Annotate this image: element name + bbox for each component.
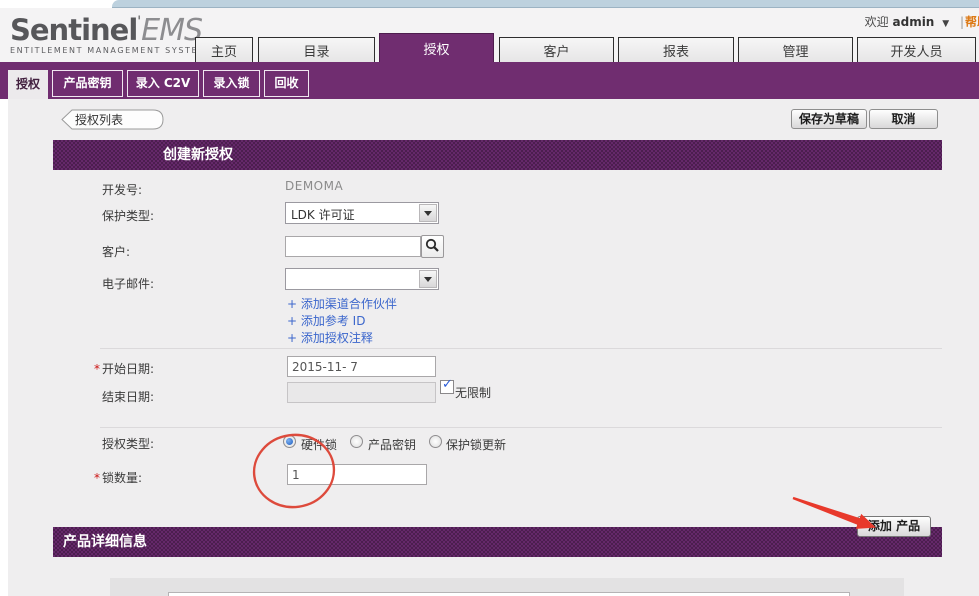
divider <box>100 348 942 349</box>
back-to-entitlement-list-button[interactable]: 授权列表 <box>60 109 166 131</box>
user-bar: 欢迎 admin ▼ |帮助 <box>865 13 979 30</box>
separator: | <box>960 15 964 29</box>
user-menu-caret-icon[interactable]: ▼ <box>942 19 949 29</box>
entitlement-type-label: 授权类型: <box>102 435 154 452</box>
radio-product-key[interactable] <box>350 435 363 448</box>
radio-protection-key-update-label: 保护锁更新 <box>446 436 506 453</box>
email-select[interactable] <box>285 268 439 290</box>
unlimited-checkbox[interactable]: ✓ <box>440 380 454 394</box>
required-asterisk: * <box>94 471 100 485</box>
help-link[interactable]: 帮助 <box>965 15 979 29</box>
header: Sentinel'EMS ENTITLEMENT MANAGEMENT SYST… <box>0 8 979 62</box>
add-product-button[interactable]: 添加 产品 <box>857 516 931 537</box>
logo-tagline: ENTITLEMENT MANAGEMENT SYSTEM <box>10 46 207 55</box>
end-date-input[interactable] <box>287 382 436 403</box>
radio-protection-key-update[interactable] <box>429 435 442 448</box>
sentinel-ems-logo: Sentinel'EMS ENTITLEMENT MANAGEMENT SYST… <box>10 13 207 55</box>
protection-type-label: 保护类型: <box>102 207 154 224</box>
product-details-section-header: 产品详细信息 <box>53 527 942 557</box>
subtab-product-keys[interactable]: 产品密钥 <box>52 70 123 97</box>
protection-type-select[interactable]: LDK 许可证 <box>285 202 439 224</box>
developer-id-label: 开发号: <box>102 181 142 198</box>
save-as-draft-button[interactable]: 保存为草稿 <box>791 109 867 129</box>
radio-hardware-key-label: 硬件锁 <box>301 436 337 453</box>
end-date-label: 结束日期: <box>102 388 154 405</box>
subtab-checkin-c2v[interactable]: 录入 C2V <box>127 70 199 97</box>
logo-name: Sentinel <box>10 13 137 47</box>
radio-hardware-key[interactable] <box>283 435 296 448</box>
lock-quantity-label: *锁数量: <box>94 469 142 486</box>
chevron-down-icon[interactable] <box>419 204 437 222</box>
required-asterisk: * <box>94 362 100 376</box>
customer-label: 客户: <box>102 243 130 260</box>
product-panel <box>110 578 904 596</box>
email-label: 电子邮件: <box>102 275 154 292</box>
sub-navigation: 授权 产品密钥 录入 C2V 录入锁 回收 <box>0 62 979 99</box>
developer-id-value: DEMOMA <box>285 179 343 193</box>
add-entitlement-comments-link[interactable]: + 添加授权注释 <box>287 329 373 346</box>
product-panel-inner-box <box>168 592 850 596</box>
protection-type-selected-value: LDK 许可证 <box>291 206 355 223</box>
customer-search-button[interactable] <box>421 235 444 258</box>
add-ref-id-link[interactable]: + 添加参考 ID <box>287 312 365 329</box>
subtab-entitlements[interactable]: 授权 <box>8 70 48 99</box>
customer-input[interactable] <box>285 236 421 257</box>
add-channel-partner-link[interactable]: + 添加渠道合作伙伴 <box>287 295 397 312</box>
lock-quantity-input[interactable] <box>287 464 427 485</box>
chevron-down-icon[interactable] <box>419 270 437 288</box>
welcome-label: 欢迎 <box>865 15 889 29</box>
username: admin <box>893 15 935 29</box>
create-entitlement-section-header: 创建新授权 <box>53 140 942 170</box>
checkmark-icon: ✓ <box>442 377 453 392</box>
sentinel-ems-page: Sentinel'EMS ENTITLEMENT MANAGEMENT SYST… <box>0 0 979 596</box>
cancel-button[interactable]: 取消 <box>869 109 938 129</box>
unlimited-label: 无限制 <box>455 384 491 401</box>
start-date-label: *开始日期: <box>94 360 154 377</box>
radio-product-key-label: 产品密钥 <box>368 436 416 453</box>
back-button-label: 授权列表 <box>75 112 123 127</box>
browser-tab-strip <box>112 0 979 8</box>
subtab-revoke[interactable]: 回收 <box>264 70 309 97</box>
logo-suffix: EMS <box>141 13 202 48</box>
subtab-checkin-key[interactable]: 录入锁 <box>203 70 260 97</box>
divider <box>100 427 942 428</box>
content-area: 授权列表 保存为草稿 取消 创建新授权 开发号: DEMOMA 保护类型: LD… <box>8 99 979 596</box>
start-date-input[interactable] <box>287 356 436 377</box>
search-icon <box>422 236 443 257</box>
